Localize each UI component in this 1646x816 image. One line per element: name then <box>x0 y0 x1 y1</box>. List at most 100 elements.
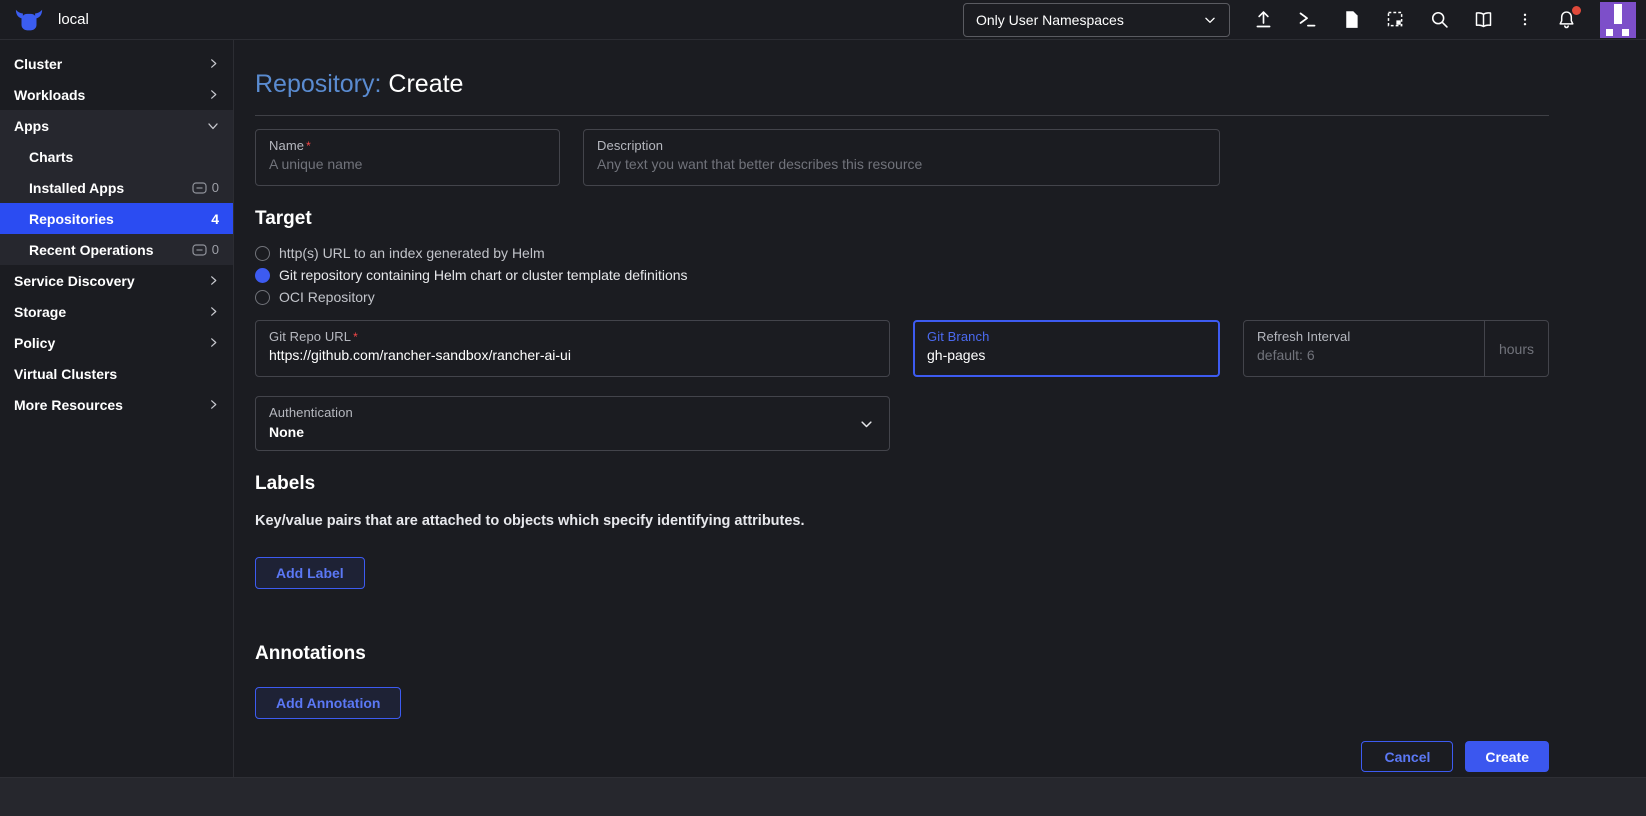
sidebar-item-charts[interactable]: Charts <box>0 141 233 172</box>
refresh-interval-input[interactable] <box>1257 344 1476 363</box>
labels-section-description: Key/value pairs that are attached to obj… <box>255 513 805 529</box>
kebab-menu-icon[interactable] <box>1517 9 1533 30</box>
title-divider <box>255 115 1549 116</box>
sidebar-item-virtual-clusters[interactable]: Virtual Clusters <box>0 358 233 389</box>
copy-kubeconfig-icon[interactable] <box>1385 9 1406 30</box>
rancher-logo-icon <box>15 9 43 30</box>
namespace-filter-dropdown[interactable]: Only User Namespaces <box>963 2 1230 37</box>
kubectl-shell-icon[interactable] <box>1297 9 1318 30</box>
search-icon[interactable] <box>1429 9 1450 30</box>
required-asterisk: * <box>306 139 311 153</box>
cluster-name: local <box>58 11 89 28</box>
chevron-down-icon <box>1205 17 1215 23</box>
chevron-down-icon <box>208 122 218 129</box>
namespace-filter-value: Only User Namespaces <box>976 11 1124 28</box>
description-field[interactable]: Description <box>583 129 1220 186</box>
required-asterisk: * <box>353 330 358 344</box>
repository-create-form: Repository: Create Name* Description Tar… <box>234 40 1646 777</box>
resource-count-badge: 4 <box>211 211 219 227</box>
sidebar-item-label: Charts <box>29 148 74 165</box>
sidebar-item-label: Installed Apps <box>29 179 125 196</box>
sidebar-item-label: Virtual Clusters <box>14 365 118 382</box>
page-title-action: Create <box>388 70 464 98</box>
chevron-right-icon <box>211 59 217 68</box>
authentication-label: Authentication <box>269 405 353 420</box>
sidebar-item-policy[interactable]: Policy <box>0 327 233 358</box>
sidebar-item-label: Recent Operations <box>29 241 154 258</box>
chevron-right-icon <box>211 338 217 347</box>
user-avatar[interactable] <box>1600 1 1636 38</box>
sidebar-item-label: Cluster <box>14 55 63 72</box>
create-button[interactable]: Create <box>1465 741 1549 772</box>
name-label: Name * <box>269 138 311 153</box>
chevron-right-icon <box>211 90 217 99</box>
sidebar-item-repositories[interactable]: Repositories 4 <box>0 203 233 234</box>
git-branch-input[interactable] <box>927 344 1206 363</box>
count-value: 0 <box>211 180 219 195</box>
authentication-select[interactable]: Authentication None <box>255 396 890 451</box>
add-annotation-button[interactable]: Add Annotation <box>255 687 402 719</box>
sidebar-item-label: Policy <box>14 334 56 351</box>
radio-unselected-icon <box>255 245 270 261</box>
page-title: Repository: Create <box>255 70 1549 99</box>
refresh-interval-unit: hours <box>1484 321 1548 376</box>
resource-count-icon <box>192 243 207 256</box>
sidebar-item-cluster[interactable]: Cluster <box>0 48 233 79</box>
sidebar-item-label: Apps <box>14 117 49 134</box>
count-value: 4 <box>211 210 219 227</box>
sidebar-item-storage[interactable]: Storage <box>0 296 233 327</box>
sidebar-item-label: Workloads <box>14 86 86 103</box>
description-label: Description <box>597 138 664 153</box>
sidebar-item-service-discovery[interactable]: Service Discovery <box>0 265 233 296</box>
chevron-right-icon <box>211 276 217 285</box>
git-branch-field[interactable]: Git Branch <box>913 320 1220 377</box>
form-footer: Cancel Create <box>255 741 1549 772</box>
add-label-button[interactable]: Add Label <box>255 557 365 589</box>
git-repo-url-field[interactable]: Git Repo URL * <box>255 320 890 377</box>
radio-label: Git repository containing Helm chart or … <box>279 267 688 283</box>
target-section-heading: Target <box>255 208 312 229</box>
sidebar-item-more-resources[interactable]: More Resources <box>0 389 233 420</box>
git-repo-url-label: Git Repo URL * <box>269 329 358 344</box>
target-option-git-repository[interactable]: Git repository containing Helm chart or … <box>255 264 1549 286</box>
radio-unselected-icon <box>255 289 270 305</box>
sidebar-item-label: Service Discovery <box>14 272 135 289</box>
sidebar-item-label: Repositories <box>29 210 114 227</box>
import-yaml-icon[interactable] <box>1253 9 1274 30</box>
refresh-interval-label: Refresh Interval <box>1257 329 1351 344</box>
radio-label: OCI Repository <box>279 289 375 305</box>
sidebar-item-recent-operations[interactable]: Recent Operations 0 <box>0 234 233 265</box>
resource-count-badge: 0 <box>192 242 219 257</box>
labels-section-heading: Labels <box>255 473 316 494</box>
bottom-strip <box>0 777 1646 816</box>
sidebar-item-installed-apps[interactable]: Installed Apps 0 <box>0 172 233 203</box>
sidebar-item-workloads[interactable]: Workloads <box>0 79 233 110</box>
sidebar-group-apps: Apps Charts Installed Apps 0 Repositorie… <box>0 110 233 265</box>
git-repo-url-input[interactable] <box>269 344 876 363</box>
resource-count-icon <box>192 181 207 194</box>
annotations-section-heading: Annotations <box>255 643 366 664</box>
refresh-interval-field[interactable]: Refresh Interval hours <box>1243 320 1549 377</box>
name-input[interactable] <box>269 153 546 172</box>
sidebar-item-label: More Resources <box>14 396 123 413</box>
git-branch-label: Git Branch <box>927 329 990 344</box>
radio-label: http(s) URL to an index generated by Hel… <box>279 245 545 261</box>
sidebar-item-apps[interactable]: Apps <box>0 110 233 141</box>
chevron-right-icon <box>211 307 217 316</box>
brand[interactable]: local <box>14 7 89 33</box>
target-option-oci-repository[interactable]: OCI Repository <box>255 286 1549 308</box>
cluster-nav-sidebar: Cluster Workloads Apps Charts Installed … <box>0 40 234 777</box>
target-option-http-url[interactable]: http(s) URL to an index generated by Hel… <box>255 242 1549 264</box>
chevron-down-icon <box>861 420 872 427</box>
docs-book-icon[interactable] <box>1473 9 1494 30</box>
resource-count-badge: 0 <box>192 180 219 195</box>
radio-selected-icon <box>255 267 270 283</box>
chevron-right-icon <box>211 400 217 409</box>
page-title-resource: Repository: <box>255 70 382 98</box>
cancel-button[interactable]: Cancel <box>1361 741 1454 772</box>
name-field[interactable]: Name * <box>255 129 560 186</box>
description-input[interactable] <box>597 153 1206 172</box>
kubeconfig-file-icon[interactable] <box>1341 9 1362 30</box>
rancher-app-window: local Only User Namespaces Cluster Workl… <box>0 0 1646 816</box>
notifications-bell[interactable] <box>1556 6 1581 30</box>
